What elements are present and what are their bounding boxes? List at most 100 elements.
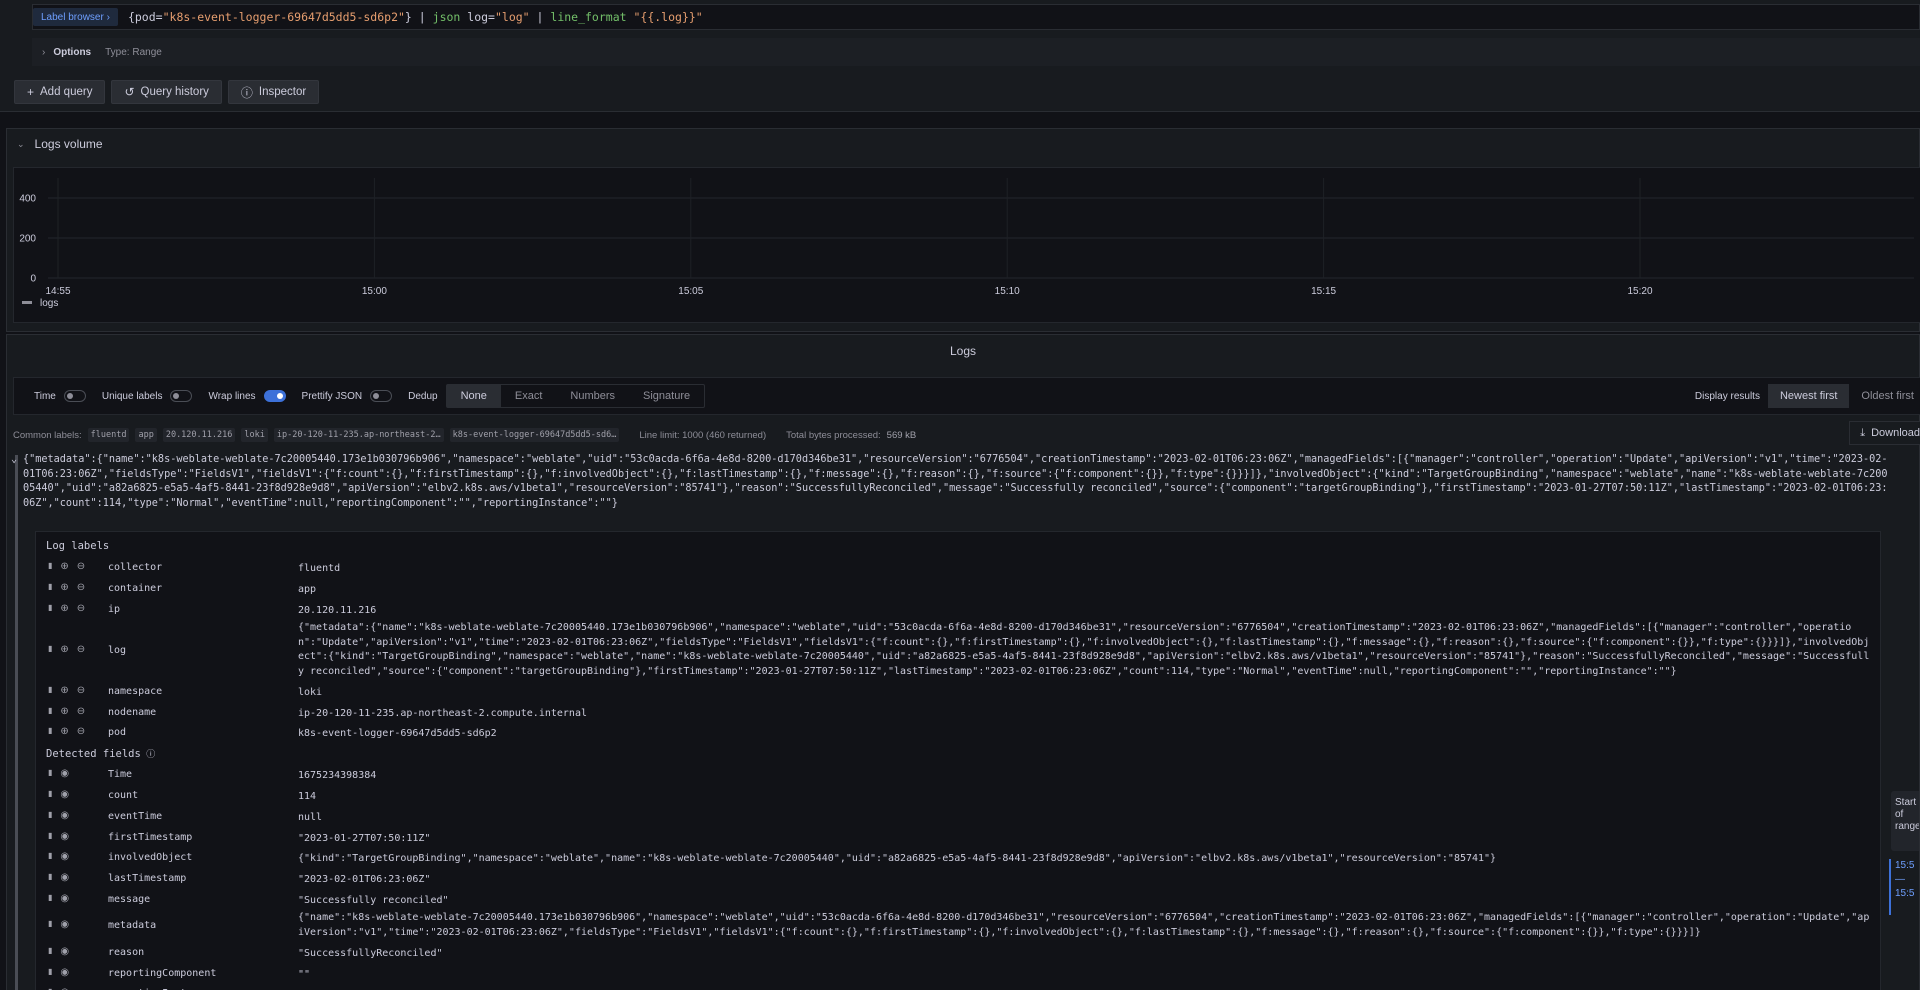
log-label-row: ▮ ⊕ ⊖ pod k8s-event-logger-69647d5dd5-sd6p2: [36, 723, 1880, 744]
chevron-down-icon[interactable]: ⌄: [17, 139, 25, 150]
prettify-json-toggle[interactable]: [370, 390, 393, 402]
zoom-in-icon[interactable]: ⊕: [60, 561, 68, 572]
stats-icon[interactable]: ▮: [48, 872, 52, 883]
stats-icon[interactable]: ▮: [48, 967, 52, 978]
inspector-label: Inspector: [258, 86, 307, 98]
chevron-right-icon[interactable]: ›: [42, 47, 45, 58]
stats-icon[interactable]: ▮: [48, 582, 52, 593]
field-value: "": [298, 968, 311, 980]
stats-icon[interactable]: ▮: [48, 706, 52, 717]
zoom-in-icon[interactable]: ⊕: [60, 644, 68, 655]
query-history-label: Query history: [140, 86, 209, 98]
unique-labels-label: Unique labels: [101, 390, 163, 402]
query-token: "{{.log}}": [626, 10, 703, 24]
inspector-button[interactable]: ⓘ Inspector: [227, 80, 320, 104]
common-label-chip: fluentd: [87, 428, 130, 442]
zoom-out-icon[interactable]: ⊖: [77, 582, 85, 593]
field-value: k8s-event-logger-69647d5dd5-sd6p2: [298, 728, 497, 740]
field-key: lastTimestamp: [108, 873, 187, 885]
x-tick-label: 15:00: [362, 286, 387, 297]
prettify-json-control[interactable]: Prettify JSON: [302, 390, 393, 402]
field-value: app: [298, 584, 317, 596]
zoom-in-icon[interactable]: ⊕: [60, 603, 68, 614]
info-circle-icon: ⓘ: [240, 85, 253, 100]
time-toggle-control[interactable]: Time: [34, 390, 86, 402]
eye-icon[interactable]: ◉: [60, 946, 69, 957]
stats-icon[interactable]: ▮: [48, 603, 52, 614]
detected-fields-label: Detected fields: [46, 747, 141, 760]
eye-icon[interactable]: ◉: [60, 768, 69, 779]
dedup-option[interactable]: Exact: [501, 385, 557, 407]
stats-icon[interactable]: ▮: [48, 851, 52, 862]
stats-icon[interactable]: ▮: [48, 726, 52, 737]
detected-field-row: ▮ ◉ count 114: [36, 786, 1880, 807]
detected-field-row: ▮ ◉ message "Successfully reconciled": [36, 890, 1880, 911]
zoom-in-icon[interactable]: ⊕: [60, 582, 68, 593]
query-options-row[interactable]: › Options Type: Range: [32, 38, 1920, 66]
zoom-out-icon[interactable]: ⊖: [77, 685, 85, 696]
row-actions: ▮◉: [48, 893, 69, 904]
wrap-lines-toggle[interactable]: [263, 390, 286, 402]
unique-labels-control[interactable]: Unique labels: [102, 390, 193, 402]
chevron-down-icon[interactable]: ⌄: [11, 453, 17, 468]
row-actions: ▮ ⊕ ⊖: [48, 726, 85, 737]
zoom-out-icon[interactable]: ⊖: [77, 706, 85, 717]
eye-icon[interactable]: ◉: [60, 831, 69, 842]
eye-icon[interactable]: ◉: [60, 893, 69, 904]
common-labels-label: Common labels:: [13, 429, 82, 441]
time-toggle[interactable]: [63, 390, 86, 402]
stats-icon[interactable]: ▮: [48, 946, 52, 957]
query-token: line_format: [550, 10, 627, 24]
query-editor-panel: Label browser › {pod="k8s-event-logger-6…: [0, 0, 1920, 112]
legend-label[interactable]: logs: [40, 298, 58, 309]
download-icon: ⤓: [1860, 426, 1866, 439]
stats-icon[interactable]: ▮: [48, 768, 52, 779]
range-navigation[interactable]: 15:5 — 15:5: [1889, 859, 1919, 915]
field-key: container: [108, 583, 163, 595]
unique-labels-toggle[interactable]: [170, 390, 193, 402]
logs-panel: Logs Time Unique labels Wrap lines Prett…: [6, 334, 1920, 990]
oldest-first-option[interactable]: Oldest first: [1849, 384, 1920, 408]
log-row[interactable]: ⌄ {"metadata":{"name":"k8s-weblate-webla…: [11, 453, 1889, 512]
stats-icon[interactable]: ▮: [48, 893, 52, 904]
logs-volume-header[interactable]: ⌄ Logs volume: [17, 137, 103, 151]
eye-icon[interactable]: ◉: [60, 810, 69, 821]
label-browser-button[interactable]: Label browser ›: [33, 8, 118, 26]
query-input[interactable]: {pod="k8s-event-logger-69647d5dd5-sd6p2"…: [128, 10, 703, 24]
field-value: loki: [298, 686, 323, 698]
zoom-in-icon[interactable]: ⊕: [60, 726, 68, 737]
zoom-out-icon[interactable]: ⊖: [77, 644, 85, 655]
query-history-button[interactable]: ↺ Query history: [111, 80, 222, 104]
zoom-out-icon[interactable]: ⊖: [77, 726, 85, 737]
field-value: "2023-02-01T06:23:06Z": [298, 874, 431, 886]
eye-icon[interactable]: ◉: [60, 967, 69, 978]
stats-icon[interactable]: ▮: [48, 810, 52, 821]
dedup-option[interactable]: Numbers: [556, 385, 629, 407]
zoom-in-icon[interactable]: ⊕: [60, 706, 68, 717]
logs-volume-chart: 020040014:5515:0015:0515:1015:1515:2015:…: [13, 167, 1920, 323]
stats-icon[interactable]: ▮: [48, 685, 52, 696]
eye-icon[interactable]: ◉: [60, 872, 69, 883]
eye-icon[interactable]: ◉: [60, 789, 69, 800]
range-top-time: 15:5: [1895, 860, 1915, 871]
wrap-lines-control[interactable]: Wrap lines: [208, 390, 286, 402]
newest-first-option[interactable]: Newest first: [1767, 384, 1850, 408]
eye-icon[interactable]: ◉: [60, 851, 69, 862]
zoom-in-icon[interactable]: ⊕: [60, 685, 68, 696]
zoom-out-icon[interactable]: ⊖: [77, 603, 85, 614]
stats-icon[interactable]: ▮: [48, 831, 52, 842]
eye-icon[interactable]: ◉: [60, 919, 69, 930]
download-button[interactable]: ⤓ Download: [1849, 421, 1920, 445]
stats-icon[interactable]: ▮: [48, 644, 52, 655]
dedup-option[interactable]: Signature: [629, 385, 704, 407]
stats-icon[interactable]: ▮: [48, 919, 52, 930]
add-query-button[interactable]: + Add query: [14, 80, 106, 104]
stats-icon[interactable]: ▮: [48, 789, 52, 800]
field-key: nodename: [108, 706, 157, 718]
dedup-option[interactable]: None: [446, 385, 501, 407]
zoom-out-icon[interactable]: ⊖: [77, 561, 85, 572]
query-row[interactable]: Label browser › {pod="k8s-event-logger-6…: [32, 4, 1920, 30]
label-browser-label: Label browser: [41, 11, 104, 23]
field-value: "2023-01-27T07:50:11Z": [298, 832, 431, 844]
stats-icon[interactable]: ▮: [48, 561, 52, 572]
